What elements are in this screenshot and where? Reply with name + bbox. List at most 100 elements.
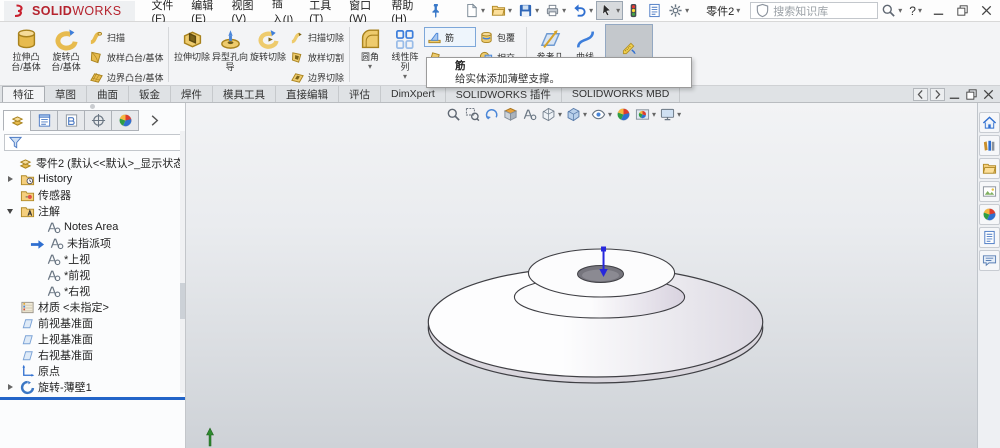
boundary-cut-button[interactable]: 边界切除 xyxy=(287,67,345,87)
tab-DimXpert[interactable]: DimXpert xyxy=(381,86,446,102)
tree-item[interactable]: 零件2 (默认<<默认>_显示状态 1>) xyxy=(0,155,204,171)
new-document-icon[interactable] xyxy=(461,1,488,20)
tree-item[interactable]: 未指派项 xyxy=(0,235,185,251)
boundary-boss-button[interactable]: 边界凸台/基体 xyxy=(86,67,164,87)
tree-filter-input[interactable] xyxy=(4,134,181,151)
menu-item[interactable]: 插入(I) xyxy=(264,0,301,26)
tree-item[interactable]: Notes Area xyxy=(0,219,185,235)
hide-show-items-icon[interactable] xyxy=(589,106,614,123)
tree-item[interactable]: History xyxy=(0,171,185,187)
revolve-boss-button[interactable]: 旋转凸台/基体 xyxy=(46,24,86,72)
view-orientation-icon[interactable] xyxy=(539,106,564,123)
rollback-bar[interactable] xyxy=(0,397,185,400)
linear-pattern-dropdown-icon[interactable]: ▾ xyxy=(403,73,407,81)
save-icon[interactable] xyxy=(515,1,542,20)
open-icon[interactable] xyxy=(488,1,515,20)
extrude-boss-button[interactable]: 拉伸凸台/基体 xyxy=(6,24,46,72)
pin-icon[interactable] xyxy=(428,3,443,18)
tree-item[interactable]: 右视基准面 xyxy=(0,347,185,363)
minimize-button[interactable] xyxy=(926,2,950,20)
help-button[interactable]: ? xyxy=(909,4,922,18)
expander-icon[interactable] xyxy=(4,173,16,185)
options-gear-icon[interactable] xyxy=(665,1,692,20)
section-view-icon[interactable] xyxy=(501,106,520,123)
panel-splitter-handle[interactable] xyxy=(0,103,185,110)
custom-properties-icon[interactable] xyxy=(978,227,1000,248)
fillet-dropdown-icon[interactable]: ▾ xyxy=(368,63,372,71)
revolved-thin-part-model[interactable] xyxy=(186,103,977,448)
menu-item[interactable]: 文件(F) xyxy=(143,0,183,25)
sweep-button[interactable]: 扫描 xyxy=(86,27,164,47)
design-library-icon[interactable] xyxy=(978,135,1000,156)
tab-SOLIDWORKS MBD[interactable]: SOLIDWORKS MBD xyxy=(562,86,681,102)
tab-直接编辑[interactable]: 直接编辑 xyxy=(276,86,339,102)
view-palette-icon[interactable] xyxy=(978,181,1000,202)
tree-item[interactable]: 传感器 xyxy=(0,187,185,203)
search-icon[interactable] xyxy=(878,1,905,20)
panel-scrollbar[interactable] xyxy=(180,131,185,393)
tab-特征[interactable]: 特征 xyxy=(2,86,45,102)
tab-模具工具[interactable]: 模具工具 xyxy=(213,86,276,102)
doc-close-button[interactable] xyxy=(981,88,996,101)
menu-item[interactable]: 帮助(H) xyxy=(383,0,424,25)
view-settings-icon[interactable] xyxy=(658,106,683,123)
menu-item[interactable]: 工具(T) xyxy=(301,0,341,25)
hole-wizard-button[interactable]: 异型孔向导 xyxy=(211,24,249,72)
close-button[interactable] xyxy=(974,2,998,20)
forum-icon[interactable] xyxy=(978,250,1000,271)
tree-item[interactable]: 原点 xyxy=(0,363,185,379)
restore-button[interactable] xyxy=(950,2,974,20)
doc-minimize-button[interactable] xyxy=(947,88,962,101)
rib-button[interactable]: 筋 xyxy=(424,27,476,47)
extrude-cut-button[interactable]: 拉伸切除 xyxy=(173,24,211,62)
rebuild-traffic-light-icon[interactable] xyxy=(623,1,644,20)
loft-cut-button[interactable]: 放样切割 xyxy=(287,47,345,67)
tree-item[interactable]: 注解 xyxy=(0,203,185,219)
expander-icon[interactable] xyxy=(4,205,16,217)
menu-item[interactable]: 窗口(W) xyxy=(341,0,383,25)
tree-item[interactable]: 材质 <未指定> xyxy=(0,299,185,315)
apply-scene-icon[interactable] xyxy=(633,106,658,123)
expander-icon[interactable] xyxy=(4,381,16,393)
panel-tabs-expand-icon[interactable] xyxy=(144,110,164,131)
file-properties-icon[interactable] xyxy=(644,1,665,20)
zoom-fit-icon[interactable] xyxy=(444,106,463,123)
appearances-scenes-icon[interactable] xyxy=(978,204,1000,225)
zoom-area-icon[interactable] xyxy=(463,106,482,123)
select-cursor-icon[interactable] xyxy=(596,1,624,20)
tree-item[interactable]: *上视 xyxy=(0,251,185,267)
display-style-icon[interactable] xyxy=(564,106,589,123)
dimxpertmanager-tab[interactable] xyxy=(84,110,112,131)
previous-view-icon[interactable] xyxy=(482,106,501,123)
configurationmanager-tab[interactable] xyxy=(57,110,85,131)
tab-评估[interactable]: 评估 xyxy=(339,86,381,102)
document-title[interactable]: 零件2 xyxy=(706,3,740,19)
undo-icon[interactable] xyxy=(569,1,596,20)
tab-scroll-right-icon[interactable] xyxy=(930,87,945,101)
revolve-cut-button[interactable]: 旋转切除 xyxy=(249,24,287,62)
edit-appearance-icon[interactable] xyxy=(614,106,633,123)
tree-item[interactable]: 前视基准面 xyxy=(0,315,185,331)
tree-item[interactable]: 旋转-薄壁1 xyxy=(0,379,185,395)
linear-pattern-button[interactable]: 线性阵列 ▾ xyxy=(386,24,424,81)
print-icon[interactable] xyxy=(542,1,569,20)
menu-item[interactable]: 编辑(E) xyxy=(183,0,223,25)
tree-item[interactable]: *前视 xyxy=(0,267,185,283)
search-input[interactable]: 搜索知识库 xyxy=(750,2,879,19)
tab-焊件[interactable]: 焊件 xyxy=(171,86,213,102)
graphics-area[interactable] xyxy=(186,103,977,448)
tab-SOLIDWORKS 插件[interactable]: SOLIDWORKS 插件 xyxy=(446,86,562,102)
file-explorer-icon[interactable] xyxy=(978,158,1000,179)
tree-item[interactable]: 上视基准面 xyxy=(0,331,185,347)
tab-曲面[interactable]: 曲面 xyxy=(87,86,129,102)
wrap-button[interactable]: 包覆 xyxy=(476,27,522,47)
tab-scroll-left-icon[interactable] xyxy=(913,87,928,101)
doc-restore-button[interactable] xyxy=(964,88,979,101)
loft-button[interactable]: 放样凸台/基体 xyxy=(86,47,164,67)
sweep-cut-button[interactable]: 扫描切除 xyxy=(287,27,345,47)
displaymanager-tab[interactable] xyxy=(111,110,139,131)
tree-item[interactable]: *右视 xyxy=(0,283,185,299)
tab-钣金[interactable]: 钣金 xyxy=(129,86,171,102)
menu-item[interactable]: 视图(V) xyxy=(224,0,264,25)
tab-草图[interactable]: 草图 xyxy=(45,86,87,102)
